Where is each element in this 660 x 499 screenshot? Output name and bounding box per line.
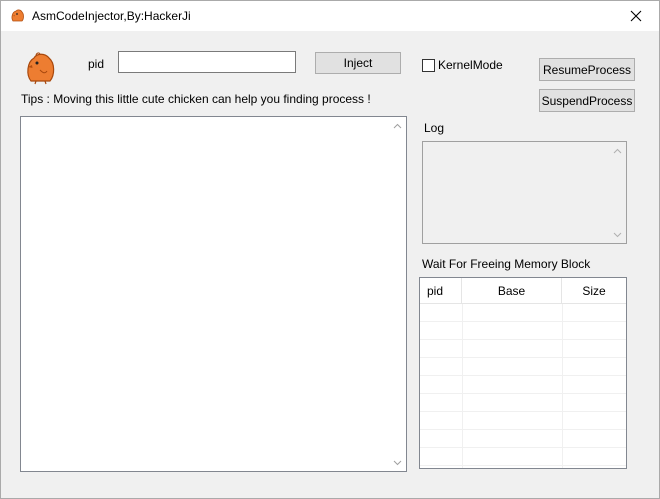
kernel-mode-checkbox[interactable]: KernelMode	[422, 58, 503, 72]
list-header: pid Base Size	[420, 278, 626, 304]
log-scroll-up-arrow[interactable]	[609, 142, 626, 159]
empty-grid-row	[420, 358, 626, 376]
close-button[interactable]	[613, 1, 659, 31]
log-textbox[interactable]	[422, 141, 627, 244]
empty-grid-row	[420, 304, 626, 322]
pid-label: pid	[88, 57, 105, 71]
title-bar[interactable]: AsmCodeInjector,By:HackerJi	[1, 1, 659, 31]
chicken-app-icon	[11, 9, 24, 22]
empty-grid-row	[420, 394, 626, 412]
kernel-mode-label: KernelMode	[438, 58, 503, 72]
client-area: pid Inject KernelMode ResumeProcess Susp…	[1, 31, 659, 498]
window-title: AsmCodeInjector,By:HackerJi	[32, 9, 191, 23]
resume-process-button[interactable]: ResumeProcess	[539, 58, 635, 81]
empty-grid-row	[420, 430, 626, 448]
empty-grid-row	[420, 340, 626, 358]
pid-input[interactable]	[118, 51, 296, 73]
scroll-down-arrow[interactable]	[389, 454, 406, 471]
code-editor[interactable]	[20, 116, 407, 472]
log-scroll-down-arrow[interactable]	[609, 226, 626, 243]
empty-grid-row	[420, 448, 626, 466]
log-scrollbar[interactable]	[609, 142, 626, 243]
main-window: AsmCodeInjector,By:HackerJi pid Inject K…	[0, 0, 660, 499]
tips-text: Tips : Moving this little cute chicken c…	[21, 92, 371, 106]
empty-grid-row	[420, 322, 626, 340]
column-header-base[interactable]: Base	[462, 278, 562, 303]
code-editor-scrollbar[interactable]	[389, 117, 406, 471]
memory-block-label: Wait For Freeing Memory Block	[422, 257, 591, 271]
close-icon	[630, 10, 642, 22]
column-header-pid[interactable]: pid	[420, 278, 462, 303]
scroll-up-arrow[interactable]	[389, 117, 406, 134]
empty-grid-row	[420, 376, 626, 394]
chevron-down-icon	[393, 460, 402, 465]
column-header-size[interactable]: Size	[562, 278, 626, 303]
inject-button[interactable]: Inject	[315, 52, 401, 74]
suspend-process-button[interactable]: SuspendProcess	[539, 89, 635, 112]
chicken-finder-icon[interactable]	[23, 50, 59, 86]
empty-grid-row	[420, 412, 626, 430]
memory-block-list[interactable]: pid Base Size	[419, 277, 627, 469]
log-label: Log	[424, 121, 445, 135]
chevron-up-icon	[613, 148, 622, 153]
chevron-down-icon	[613, 232, 622, 237]
chevron-up-icon	[393, 123, 402, 128]
kernel-mode-checkbox-box[interactable]	[422, 58, 435, 72]
